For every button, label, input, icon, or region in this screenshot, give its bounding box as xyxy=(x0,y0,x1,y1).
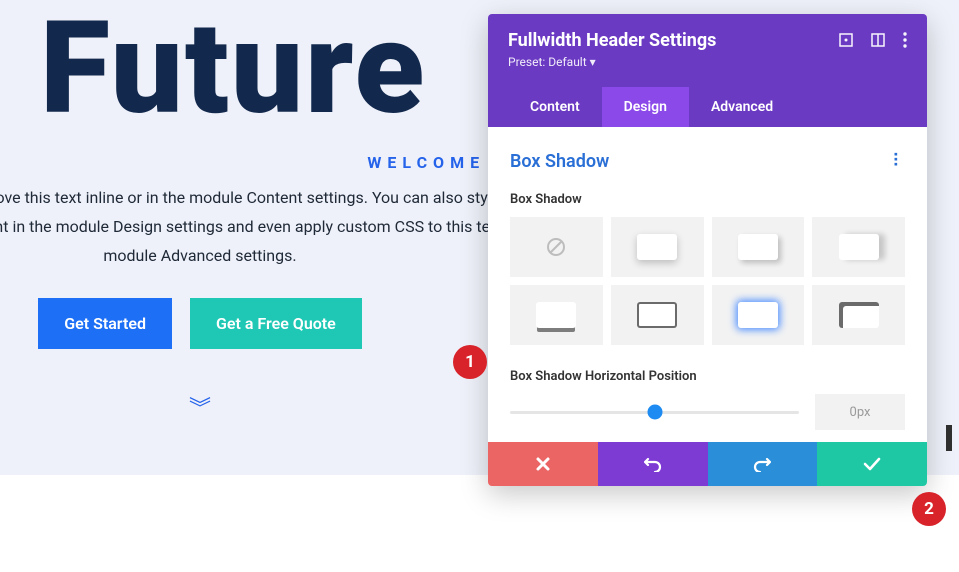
panel-title: Fullwidth Header Settings xyxy=(508,30,716,51)
tabs: Content Design Advanced xyxy=(508,87,907,127)
panel-body: Box Shadow ⠇ Box Shadow Box Shadow Horiz… xyxy=(488,127,927,442)
hpos-slider[interactable] xyxy=(510,402,799,422)
shadow-preset-6[interactable] xyxy=(712,285,805,345)
cancel-button[interactable] xyxy=(488,442,598,486)
close-icon xyxy=(535,456,551,472)
undo-icon xyxy=(644,456,662,472)
undo-button[interactable] xyxy=(598,442,708,486)
more-icon[interactable] xyxy=(903,32,907,48)
expand-icon[interactable] xyxy=(839,33,853,47)
shadow-preset-4[interactable] xyxy=(510,285,603,345)
get-started-button[interactable]: Get Started xyxy=(38,298,172,349)
shadow-preset-5[interactable] xyxy=(611,285,704,345)
section-title[interactable]: Box Shadow xyxy=(510,151,609,172)
tab-design[interactable]: Design xyxy=(602,87,689,127)
hpos-label: Box Shadow Horizontal Position xyxy=(510,369,905,384)
tab-content[interactable]: Content xyxy=(508,87,602,127)
save-button[interactable] xyxy=(817,442,927,486)
shadow-preset-3[interactable] xyxy=(812,217,905,277)
shadow-preset-2[interactable] xyxy=(712,217,805,277)
shadow-preset-1[interactable] xyxy=(611,217,704,277)
slider-thumb-icon[interactable] xyxy=(647,405,662,420)
section-more-icon[interactable]: ⠇ xyxy=(892,158,905,165)
tab-advanced[interactable]: Advanced xyxy=(689,87,795,127)
panel-header: Fullwidth Header Settings Preset: Defaul… xyxy=(488,14,927,127)
shadow-preset-none[interactable] xyxy=(510,217,603,277)
box-shadow-label: Box Shadow xyxy=(510,192,905,207)
annotation-marker-2: 2 xyxy=(912,492,946,526)
redo-button[interactable] xyxy=(708,442,818,486)
none-icon xyxy=(545,236,567,258)
resize-handle[interactable] xyxy=(946,425,952,451)
redo-icon xyxy=(753,456,771,472)
columns-icon[interactable] xyxy=(871,33,885,47)
hpos-value[interactable]: 0px xyxy=(815,394,905,430)
preset-selector[interactable]: Preset: Default ▾ xyxy=(508,55,716,69)
check-icon xyxy=(863,457,881,471)
get-quote-button[interactable]: Get a Free Quote xyxy=(190,298,362,349)
shadow-preset-7[interactable] xyxy=(812,285,905,345)
shadow-preset-grid xyxy=(510,217,905,345)
hpos-control: 0px xyxy=(510,394,905,430)
panel-footer xyxy=(488,442,927,486)
settings-panel: Fullwidth Header Settings Preset: Defaul… xyxy=(488,14,927,486)
annotation-marker-1: 1 xyxy=(453,345,487,379)
